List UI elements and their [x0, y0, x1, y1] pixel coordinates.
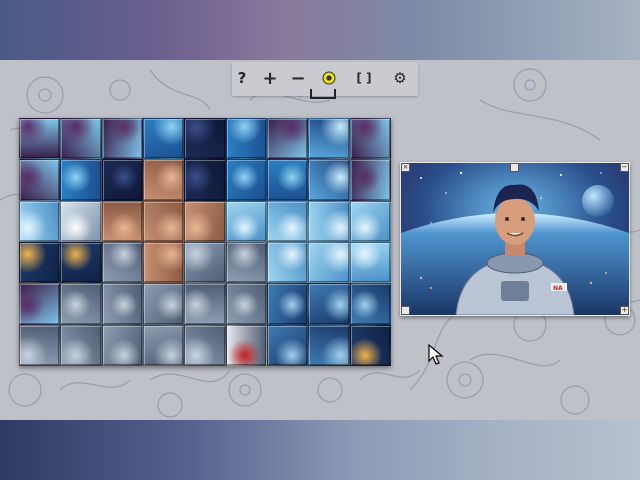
- puzzle-piece[interactable]: [19, 241, 61, 284]
- suit-patch-label: NA: [553, 285, 563, 292]
- puzzle-piece[interactable]: [266, 283, 309, 325]
- puzzle-piece[interactable]: [308, 200, 350, 242]
- puzzle-piece[interactable]: [308, 283, 350, 325]
- puzzle-piece[interactable]: [142, 283, 185, 325]
- puzzle-piece[interactable]: [349, 200, 391, 242]
- puzzle-piece[interactable]: [101, 241, 143, 284]
- background-top-band: [0, 0, 640, 60]
- puzzle-piece[interactable]: [184, 200, 226, 242]
- toggle-preview-button[interactable]: [318, 68, 340, 88]
- puzzle-piece[interactable]: [60, 200, 102, 242]
- puzzle-piece[interactable]: [19, 283, 61, 325]
- puzzle-piece[interactable]: [184, 283, 226, 325]
- puzzle-piece[interactable]: [184, 118, 226, 160]
- puzzle-piece[interactable]: [225, 241, 267, 284]
- puzzle-piece[interactable]: [349, 118, 391, 160]
- puzzle-piece[interactable]: [349, 324, 391, 366]
- puzzle-piece[interactable]: [266, 241, 309, 284]
- puzzle-piece[interactable]: [60, 241, 102, 284]
- puzzle-piece[interactable]: [266, 118, 309, 160]
- puzzle-piece[interactable]: [225, 159, 267, 201]
- background-bottom-band: [0, 420, 640, 480]
- puzzle-piece[interactable]: [266, 159, 309, 201]
- preview-indicator-icon: [310, 89, 336, 99]
- puzzle-piece[interactable]: [19, 324, 61, 366]
- preview-move-handle[interactable]: [510, 163, 519, 172]
- plus-icon: +: [262, 67, 278, 89]
- puzzle-piece[interactable]: [60, 324, 102, 366]
- minus-icon: −: [290, 67, 306, 89]
- puzzle-piece[interactable]: [142, 200, 185, 242]
- preview-minimize-handle[interactable]: −: [620, 163, 629, 172]
- brackets-icon: [ ]: [356, 71, 372, 85]
- puzzle-toolbar: ? + − [ ] ⚙: [231, 62, 418, 99]
- puzzle-piece[interactable]: [225, 283, 267, 325]
- puzzle-piece[interactable]: [308, 324, 350, 366]
- puzzle-piece[interactable]: [308, 159, 350, 201]
- puzzle-piece[interactable]: [142, 324, 185, 366]
- puzzle-piece[interactable]: [101, 200, 143, 242]
- puzzle-piece[interactable]: [142, 159, 185, 201]
- mouse-cursor-icon: [428, 344, 444, 365]
- preview-window[interactable]: NA × − +: [400, 162, 630, 316]
- puzzle-piece[interactable]: [266, 324, 309, 366]
- puzzle-piece[interactable]: [184, 159, 226, 201]
- puzzle-piece[interactable]: [349, 241, 391, 284]
- eye-icon: [322, 71, 336, 85]
- puzzle-piece[interactable]: [184, 324, 226, 366]
- puzzle-piece[interactable]: [308, 118, 350, 160]
- help-icon: ?: [237, 69, 247, 87]
- puzzle-piece[interactable]: [19, 118, 61, 160]
- gear-icon: ⚙: [393, 69, 407, 87]
- puzzle-piece[interactable]: [60, 118, 102, 160]
- preview-image: NA: [401, 163, 629, 315]
- puzzle-piece[interactable]: [101, 118, 143, 160]
- puzzle-piece[interactable]: [60, 159, 102, 201]
- puzzle-grid[interactable]: [19, 118, 391, 366]
- settings-button[interactable]: ⚙: [389, 68, 411, 88]
- puzzle-piece[interactable]: [60, 283, 102, 325]
- puzzle-piece[interactable]: [308, 241, 350, 284]
- puzzle-piece[interactable]: [142, 118, 185, 160]
- puzzle-piece[interactable]: [101, 283, 143, 325]
- preview-close-handle[interactable]: ×: [401, 163, 410, 172]
- puzzle-piece[interactable]: [225, 118, 267, 160]
- puzzle-piece[interactable]: [19, 200, 61, 242]
- puzzle-piece[interactable]: [266, 200, 309, 242]
- puzzle-piece[interactable]: [19, 159, 61, 201]
- puzzle-piece[interactable]: [101, 324, 143, 366]
- puzzle-piece[interactable]: [349, 159, 391, 201]
- zoom-in-button[interactable]: +: [259, 67, 281, 89]
- puzzle-piece[interactable]: [142, 241, 185, 284]
- puzzle-piece[interactable]: [225, 200, 267, 242]
- zoom-out-button[interactable]: −: [287, 67, 309, 89]
- puzzle-piece[interactable]: [225, 324, 267, 366]
- preview-resize-handle-bl[interactable]: [401, 306, 410, 315]
- puzzle-piece[interactable]: [101, 159, 143, 201]
- preview-resize-handle-br[interactable]: +: [620, 306, 629, 315]
- fit-screen-button[interactable]: [ ]: [353, 68, 375, 88]
- help-button[interactable]: ?: [231, 68, 253, 88]
- puzzle-piece[interactable]: [184, 241, 226, 284]
- puzzle-piece[interactable]: [349, 283, 391, 325]
